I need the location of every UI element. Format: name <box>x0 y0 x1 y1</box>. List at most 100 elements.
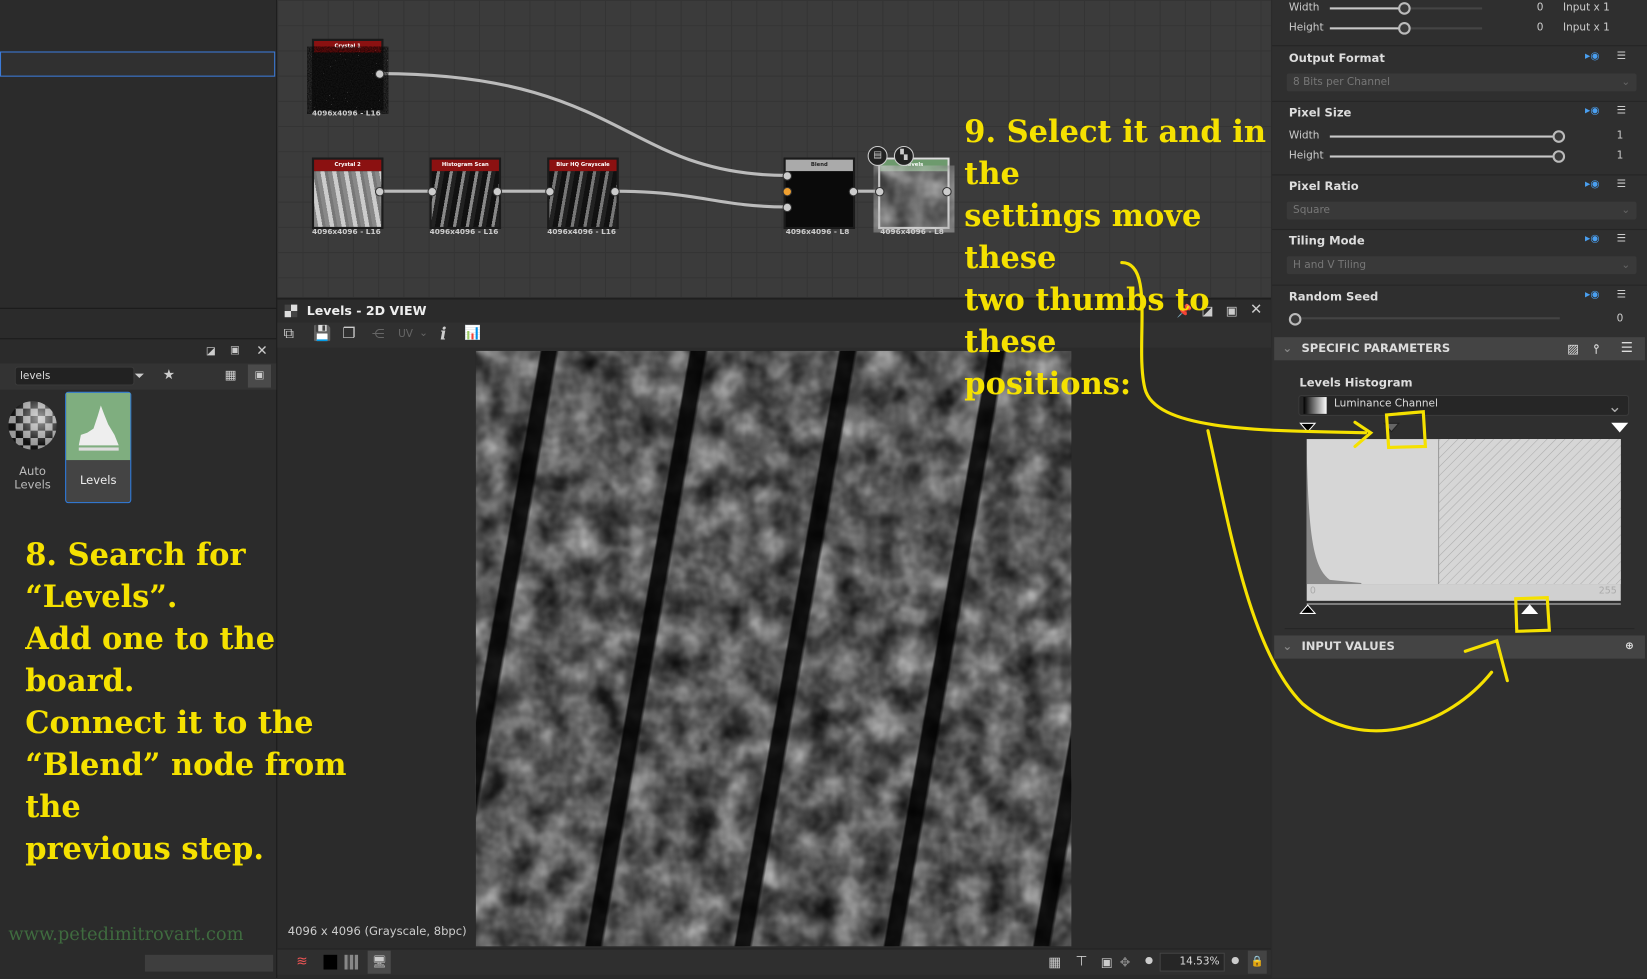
node-resolution: 4096x4096 - L8 <box>785 227 850 237</box>
black-swatch[interactable] <box>323 954 338 970</box>
maximize-icon[interactable]: ▣ <box>230 345 240 357</box>
layers-icon[interactable]: ≋ <box>296 954 307 970</box>
levels-histogram[interactable] <box>1298 420 1634 614</box>
pixel-height-value[interactable]: 1 <box>1617 150 1624 162</box>
slider-thumb[interactable] <box>1552 130 1566 143</box>
display-icon[interactable]: 🖥 <box>367 950 391 974</box>
menu-icon[interactable]: ☰ <box>1617 50 1626 62</box>
random-seed-value[interactable]: 0 <box>1617 313 1624 325</box>
output-width-value[interactable]: 0 <box>1537 2 1544 14</box>
output-port[interactable] <box>492 186 503 197</box>
output-port[interactable] <box>942 186 952 197</box>
close-icon[interactable]: ✕ <box>256 343 267 359</box>
input-port[interactable] <box>874 186 885 197</box>
library-item-levels[interactable]: Levels <box>65 391 132 504</box>
node-blur-hq-grayscale[interactable]: Blur HQ Grayscale <box>547 157 619 229</box>
expose-icon[interactable]: ▸◉ <box>1585 105 1599 117</box>
menu-icon[interactable]: ☰ <box>1617 233 1626 245</box>
library-search-input[interactable] <box>14 366 135 386</box>
node-crystal-2[interactable]: Crystal 2 <box>311 157 384 229</box>
menu-icon[interactable]: ☰ <box>1617 289 1626 301</box>
input-port[interactable] <box>545 186 555 197</box>
expose-icon[interactable]: ▸◉ <box>1585 50 1599 62</box>
pixel-ratio-dropdown[interactable]: Square ⌄ <box>1286 201 1637 220</box>
slider-thumb[interactable] <box>1398 2 1411 15</box>
output-port[interactable] <box>848 186 859 197</box>
preview-icon[interactable]: ▣ <box>247 364 272 388</box>
slider-thumb[interactable] <box>1398 22 1411 35</box>
menu-icon[interactable]: ☰ <box>1617 105 1626 117</box>
histogram-icon[interactable]: 📊 <box>464 326 481 342</box>
step8-line: 8. Search for “Levels”. <box>25 536 246 615</box>
pixel-width-slider[interactable] <box>1329 135 1557 138</box>
node-thumbnail <box>785 171 853 227</box>
grid-icon[interactable]: ▦ <box>1048 955 1061 971</box>
output-height-slider[interactable] <box>1329 27 1404 30</box>
output-low-thumb[interactable] <box>1299 604 1317 614</box>
output-width-slider[interactable] <box>1329 7 1404 10</box>
expose-icon[interactable]: ▸◉ <box>1585 233 1599 245</box>
uv-dropdown[interactable]: UV <box>398 329 413 341</box>
library-item-auto-levels[interactable]: Auto Levels <box>4 397 61 502</box>
channel-dropdown[interactable]: Luminance Channel ⌄ <box>1298 394 1630 416</box>
node-histogram-scan[interactable]: Histogram Scan <box>429 157 502 229</box>
node-crystal-1[interactable]: Crystal 1 <box>311 38 384 111</box>
node-resolution: 4096x4096 - L16 <box>547 227 617 237</box>
histogram-axis <box>1306 584 1621 601</box>
favorite-add-icon[interactable]: ★ <box>163 368 175 384</box>
auto-levels-icon[interactable]: ⫯ <box>1593 337 1598 360</box>
share-icon[interactable]: ⋲ <box>372 327 385 342</box>
input-port[interactable] <box>782 186 793 197</box>
channels-icon[interactable] <box>344 954 359 970</box>
pixel-height-slider[interactable] <box>1329 155 1557 158</box>
explorer-selected-row[interactable] <box>0 51 276 77</box>
lock-icon[interactable]: 🔒 <box>1247 950 1267 974</box>
save-icon[interactable]: 💾 <box>313 326 331 343</box>
view-2d-toggle-icon[interactable]: ▤ <box>867 146 888 166</box>
edit-icon[interactable]: ▨ <box>1567 337 1579 360</box>
add-icon[interactable]: ⊕ <box>1625 635 1634 658</box>
settings-sliders-icon[interactable]: ☰ <box>1621 337 1633 360</box>
menu-icon[interactable]: ☰ <box>1617 179 1626 191</box>
output-height-value[interactable]: 0 <box>1537 22 1544 34</box>
specific-parameters-header[interactable]: ⌄ SPECIFIC PARAMETERS ▨ ⫯ ☰ <box>1274 337 1645 361</box>
input-port[interactable] <box>782 202 793 213</box>
expose-icon[interactable]: ▸◉ <box>1585 179 1599 191</box>
zoom-out-icon[interactable]: ● <box>1145 956 1153 967</box>
filter-icon[interactable]: ⏷ <box>134 369 144 385</box>
info-icon[interactable]: i <box>440 324 446 344</box>
export-icon[interactable]: ⧉ <box>284 326 295 343</box>
pivot-icon[interactable]: ⊤ <box>1076 954 1088 970</box>
float-icon[interactable]: ◪ <box>206 346 216 358</box>
output-format-dropdown[interactable]: 8 Bits per Channel ⌄ <box>1286 73 1637 92</box>
grid-view-icon[interactable]: ▦ <box>225 368 237 383</box>
input-port[interactable] <box>427 186 437 197</box>
slider-thumb[interactable] <box>1552 150 1566 163</box>
node-thumbnail <box>314 52 382 109</box>
random-seed-slider[interactable] <box>1301 317 1560 320</box>
output-high-thumb[interactable] <box>1521 604 1539 614</box>
node-blend[interactable]: Blend <box>783 157 856 229</box>
node-levels[interactable]: Levels <box>878 157 950 229</box>
output-port[interactable] <box>374 186 385 197</box>
output-port[interactable] <box>610 186 620 197</box>
zoom-field[interactable]: 14.53% <box>1159 952 1225 972</box>
tiling-mode-dropdown[interactable]: H and V Tiling ⌄ <box>1286 256 1637 275</box>
chevron-down-icon: ⌄ <box>1607 396 1622 416</box>
copy-icon[interactable]: ❐ <box>342 326 355 343</box>
input-mid-thumb[interactable] <box>1382 422 1400 433</box>
input-port[interactable] <box>782 171 793 181</box>
zoom-in-icon[interactable]: ● <box>1231 956 1239 967</box>
input-high-thumb[interactable] <box>1611 422 1629 433</box>
input-low-thumb[interactable] <box>1299 422 1317 433</box>
chevron-down-icon[interactable]: ⌄ <box>419 328 428 340</box>
output-port[interactable] <box>374 69 385 79</box>
texture-preview[interactable] <box>475 350 1072 947</box>
expose-icon[interactable]: ▸◉ <box>1585 289 1599 301</box>
horizontal-scrollbar[interactable] <box>144 954 274 972</box>
fit-icon[interactable]: ▣ <box>1101 955 1113 970</box>
view-3d-toggle-icon[interactable]: ▚ <box>893 146 914 166</box>
pixel-width-value[interactable]: 1 <box>1617 130 1624 142</box>
input-values-header[interactable]: ⌄ INPUT VALUES ⊕ <box>1274 635 1645 659</box>
pan-icon[interactable]: ✥ <box>1120 955 1131 970</box>
